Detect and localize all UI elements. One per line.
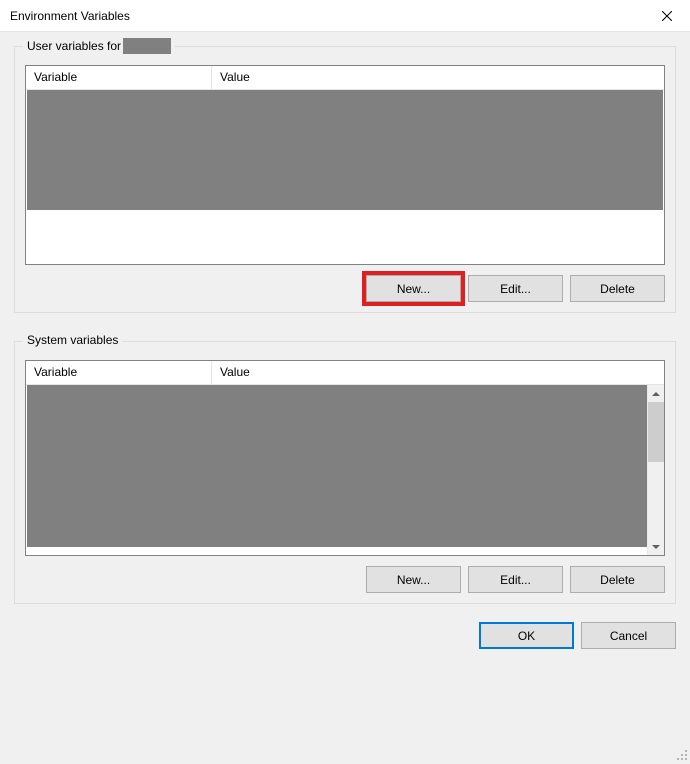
user-delete-button[interactable]: Delete	[570, 275, 665, 302]
user-table-header: Variable Value	[26, 66, 664, 90]
system-table-scrollbar[interactable]	[647, 385, 664, 555]
window-title: Environment Variables	[10, 9, 130, 23]
user-col-variable[interactable]: Variable	[26, 66, 212, 90]
scroll-down-arrow[interactable]	[648, 538, 664, 555]
scroll-thumb[interactable]	[648, 402, 664, 462]
user-table-body-redacted	[27, 90, 663, 210]
user-button-row: New... Edit... Delete	[25, 275, 665, 302]
scroll-up-arrow[interactable]	[648, 385, 664, 402]
resize-grip-icon	[674, 747, 688, 761]
user-variables-group: User variables for Variable Value New...…	[14, 46, 676, 313]
system-table-header: Variable Value	[26, 361, 664, 385]
username-redacted	[123, 38, 171, 54]
resize-grip[interactable]	[674, 747, 688, 761]
user-variables-legend: User variables for	[23, 38, 175, 54]
system-col-value[interactable]: Value	[212, 361, 664, 385]
user-variables-table[interactable]: Variable Value	[25, 65, 665, 265]
ok-button[interactable]: OK	[479, 622, 574, 649]
system-table-body-redacted	[27, 385, 650, 547]
user-edit-button[interactable]: Edit...	[468, 275, 563, 302]
user-variables-legend-text: User variables for	[27, 39, 121, 53]
dialog-button-row: OK Cancel	[0, 604, 690, 663]
system-variables-legend: System variables	[23, 333, 122, 347]
user-col-value[interactable]: Value	[212, 66, 664, 90]
user-new-button[interactable]: New...	[366, 275, 461, 302]
system-new-button[interactable]: New...	[366, 566, 461, 593]
system-delete-button[interactable]: Delete	[570, 566, 665, 593]
chevron-up-icon	[652, 392, 660, 396]
system-variables-legend-text: System variables	[27, 333, 118, 347]
system-variables-group: System variables Variable Value New.	[14, 341, 676, 604]
dialog-content: User variables for Variable Value New...…	[0, 32, 690, 604]
system-col-variable[interactable]: Variable	[26, 361, 212, 385]
close-button[interactable]	[644, 0, 690, 32]
titlebar: Environment Variables	[0, 0, 690, 32]
system-edit-button[interactable]: Edit...	[468, 566, 563, 593]
close-icon	[662, 11, 672, 21]
cancel-button[interactable]: Cancel	[581, 622, 676, 649]
chevron-down-icon	[652, 545, 660, 549]
scroll-track[interactable]	[648, 402, 664, 538]
system-button-row: New... Edit... Delete	[25, 566, 665, 593]
system-variables-table[interactable]: Variable Value	[25, 360, 665, 556]
